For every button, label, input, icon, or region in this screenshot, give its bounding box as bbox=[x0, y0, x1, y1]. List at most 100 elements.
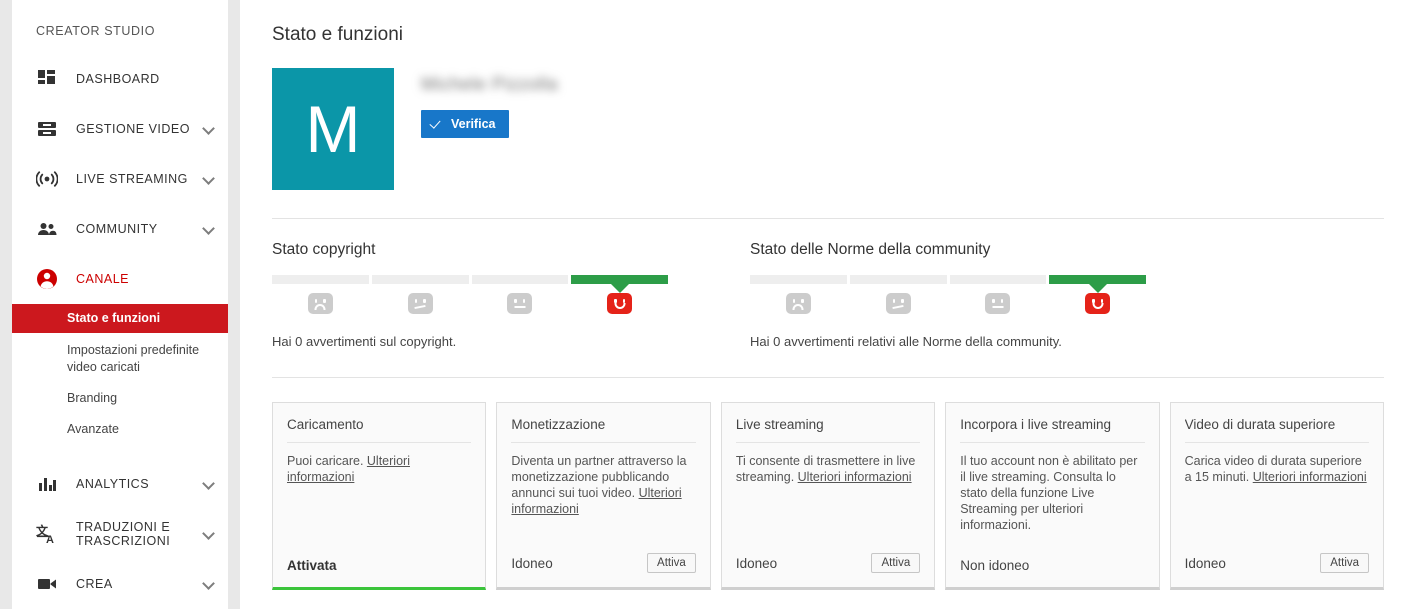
community-status-heading: Stato delle Norme della community bbox=[750, 241, 991, 258]
feature-card-description: Diventa un partner attraverso la monetiz… bbox=[511, 443, 695, 553]
feature-card-footer: Attivata bbox=[287, 558, 471, 587]
avatar: M bbox=[272, 68, 394, 190]
section-divider-top bbox=[272, 218, 1384, 219]
translate-icon: 文 A bbox=[34, 521, 60, 547]
channel-name: Michele Pizzolla bbox=[421, 74, 559, 94]
sidebar-subitem-avanzate[interactable]: Avanzate bbox=[12, 414, 228, 445]
community-status-note: Hai 0 avvertimenti relativi alle Norme d… bbox=[750, 334, 1062, 349]
dashboard-icon bbox=[34, 66, 60, 92]
sidebar-item-label: CANALE bbox=[76, 272, 130, 286]
meter-segment bbox=[471, 275, 569, 284]
feature-card-footer: Idoneo Attiva bbox=[1184, 553, 1370, 587]
ulteriori-informazioni-link[interactable]: Ulteriori informazioni bbox=[1253, 470, 1367, 484]
activate-button[interactable]: Attiva bbox=[871, 553, 921, 573]
sidebar-item-community[interactable]: COMMUNITY bbox=[12, 204, 228, 254]
feature-card-desc-text: Puoi caricare. bbox=[287, 454, 367, 468]
copyright-status-note: Hai 0 avvertimenti sul copyright. bbox=[272, 334, 457, 349]
chevron-down-icon[interactable] bbox=[202, 222, 216, 236]
ulteriori-informazioni-link[interactable]: Ulteriori informazioni bbox=[798, 470, 912, 484]
sidebar-item-crea[interactable]: CREA bbox=[12, 559, 228, 609]
feature-card-footer: Idoneo Attiva bbox=[511, 553, 696, 587]
feature-card-desc-text: Il tuo account non è abilitato per il li… bbox=[960, 454, 1138, 532]
activate-button[interactable]: Attiva bbox=[1320, 553, 1370, 573]
analytics-bars-icon bbox=[34, 471, 60, 497]
chevron-down-icon[interactable] bbox=[202, 122, 216, 136]
sidebar-subitem-impostazioni-predefinite[interactable]: Impostazioni predefinite video caricati bbox=[12, 335, 228, 383]
feature-card-status: Idoneo bbox=[1184, 555, 1226, 571]
sidebar-item-label: TRADUZIONI E TRASCRIZIONI bbox=[76, 520, 171, 548]
sidebar-item-live-streaming[interactable]: LIVE STREAMING bbox=[12, 154, 228, 204]
meter-segment-active bbox=[1049, 275, 1146, 284]
face-neutral-icon bbox=[985, 293, 1011, 314]
copyright-status-heading: Stato copyright bbox=[272, 241, 376, 258]
feature-card-footer: Non idoneo bbox=[960, 558, 1144, 587]
feature-card-monetizzazione: Monetizzazione Diventa un partner attrav… bbox=[496, 402, 711, 590]
verify-button[interactable]: Verifica bbox=[421, 110, 510, 138]
feature-card-description: Ti consente di trasmettere in live strea… bbox=[736, 443, 920, 553]
sidebar-item-label: CREA bbox=[76, 577, 113, 591]
sidebar-subitem-stato-e-funzioni[interactable]: Stato e funzioni bbox=[12, 304, 228, 333]
feature-card-footer: Idoneo Attiva bbox=[736, 553, 921, 587]
meter-segment bbox=[949, 275, 1047, 284]
creator-studio-page: CREATOR STUDIO DASHBOARD GESTIONE VIDEO bbox=[0, 0, 1416, 609]
sidebar-item-label: LIVE STREAMING bbox=[76, 172, 188, 186]
feature-card-description: Carica video di durata superiore a 15 mi… bbox=[1185, 443, 1369, 553]
feature-cards-row: Caricamento Puoi caricare. Ulteriori inf… bbox=[268, 402, 1388, 590]
creator-studio-title: CREATOR STUDIO bbox=[36, 24, 156, 38]
chevron-down-icon[interactable] bbox=[202, 527, 216, 541]
sidebar-item-dashboard[interactable]: DASHBOARD bbox=[12, 54, 228, 104]
sidebar-subitem-branding[interactable]: Branding bbox=[12, 383, 228, 414]
sidebar-item-label: COMMUNITY bbox=[76, 222, 158, 236]
feature-card-title: Monetizzazione bbox=[511, 417, 696, 443]
verify-button-label: Verifica bbox=[451, 117, 496, 131]
feature-card-title: Incorpora i live streaming bbox=[960, 417, 1145, 443]
sidebar-item-traduzioni-trascrizioni[interactable]: 文 A TRADUZIONI E TRASCRIZIONI bbox=[12, 509, 228, 559]
page-title: Stato e funzioni bbox=[272, 24, 403, 45]
meter-segment-active bbox=[571, 275, 668, 284]
sidebar-item-label: GESTIONE VIDEO bbox=[76, 122, 190, 136]
meter-segment bbox=[272, 275, 369, 284]
feature-card-title: Caricamento bbox=[287, 417, 472, 443]
create-video-camera-icon bbox=[34, 571, 60, 597]
sidebar-item-canale[interactable]: CANALE bbox=[12, 254, 228, 304]
sidebar-item-label: ANALYTICS bbox=[76, 477, 150, 491]
face-frown-icon bbox=[885, 293, 911, 314]
main-content: Stato e funzioni M Michele Pizzolla Veri… bbox=[240, 0, 1416, 609]
face-sad-icon bbox=[785, 293, 811, 314]
sidebar: CREATOR STUDIO DASHBOARD GESTIONE VIDEO bbox=[12, 0, 228, 609]
feature-card-video-durata-superiore: Video di durata superiore Carica video d… bbox=[1169, 402, 1385, 590]
sidebar-item-analytics[interactable]: ANALYTICS bbox=[12, 459, 228, 509]
sidebar-item-gestione-video[interactable]: GESTIONE VIDEO bbox=[12, 104, 228, 154]
feature-card-status: Idoneo bbox=[511, 555, 553, 571]
video-manager-icon bbox=[34, 116, 60, 142]
feature-card-title: Video di durata superiore bbox=[1184, 417, 1370, 443]
feature-card-title: Live streaming bbox=[735, 417, 921, 443]
copyright-status-block: Stato copyright Hai 0 avvertimenti sul c… bbox=[272, 241, 750, 349]
copyright-face-row bbox=[272, 293, 668, 314]
meter-segment bbox=[371, 275, 469, 284]
chevron-down-icon[interactable] bbox=[202, 477, 216, 491]
feature-card-caricamento: Caricamento Puoi caricare. Ulteriori inf… bbox=[272, 402, 487, 590]
sidebar-item-label: DASHBOARD bbox=[76, 72, 160, 86]
face-sad-icon bbox=[307, 293, 333, 314]
status-section: Stato copyright Hai 0 avvertimenti sul c… bbox=[268, 241, 1388, 349]
activate-button[interactable]: Attiva bbox=[647, 553, 696, 573]
meter-segment bbox=[750, 275, 847, 284]
community-meter bbox=[750, 275, 1146, 284]
channel-person-icon bbox=[34, 266, 60, 292]
feature-card-live-streaming: Live streaming Ti consente di trasmetter… bbox=[720, 402, 936, 590]
feature-card-incorpora-live-streaming: Incorpora i live streaming Il tuo accoun… bbox=[945, 402, 1160, 590]
meter-segment bbox=[849, 275, 947, 284]
face-frown-icon bbox=[407, 293, 433, 314]
channel-info: Michele Pizzolla Verifica bbox=[394, 68, 558, 138]
copyright-meter bbox=[272, 275, 668, 284]
feature-card-description: Puoi caricare. Ulteriori informazioni bbox=[287, 443, 471, 558]
chevron-down-icon[interactable] bbox=[202, 172, 216, 186]
community-face-row bbox=[750, 293, 1146, 314]
community-status-block: Stato delle Norme della community Hai 0 … bbox=[750, 241, 1228, 349]
face-neutral-icon bbox=[507, 293, 533, 314]
feature-card-status: Non idoneo bbox=[960, 558, 1030, 573]
face-happy-icon-active bbox=[1085, 293, 1111, 314]
community-people-icon bbox=[34, 216, 60, 242]
chevron-down-icon[interactable] bbox=[202, 577, 216, 591]
